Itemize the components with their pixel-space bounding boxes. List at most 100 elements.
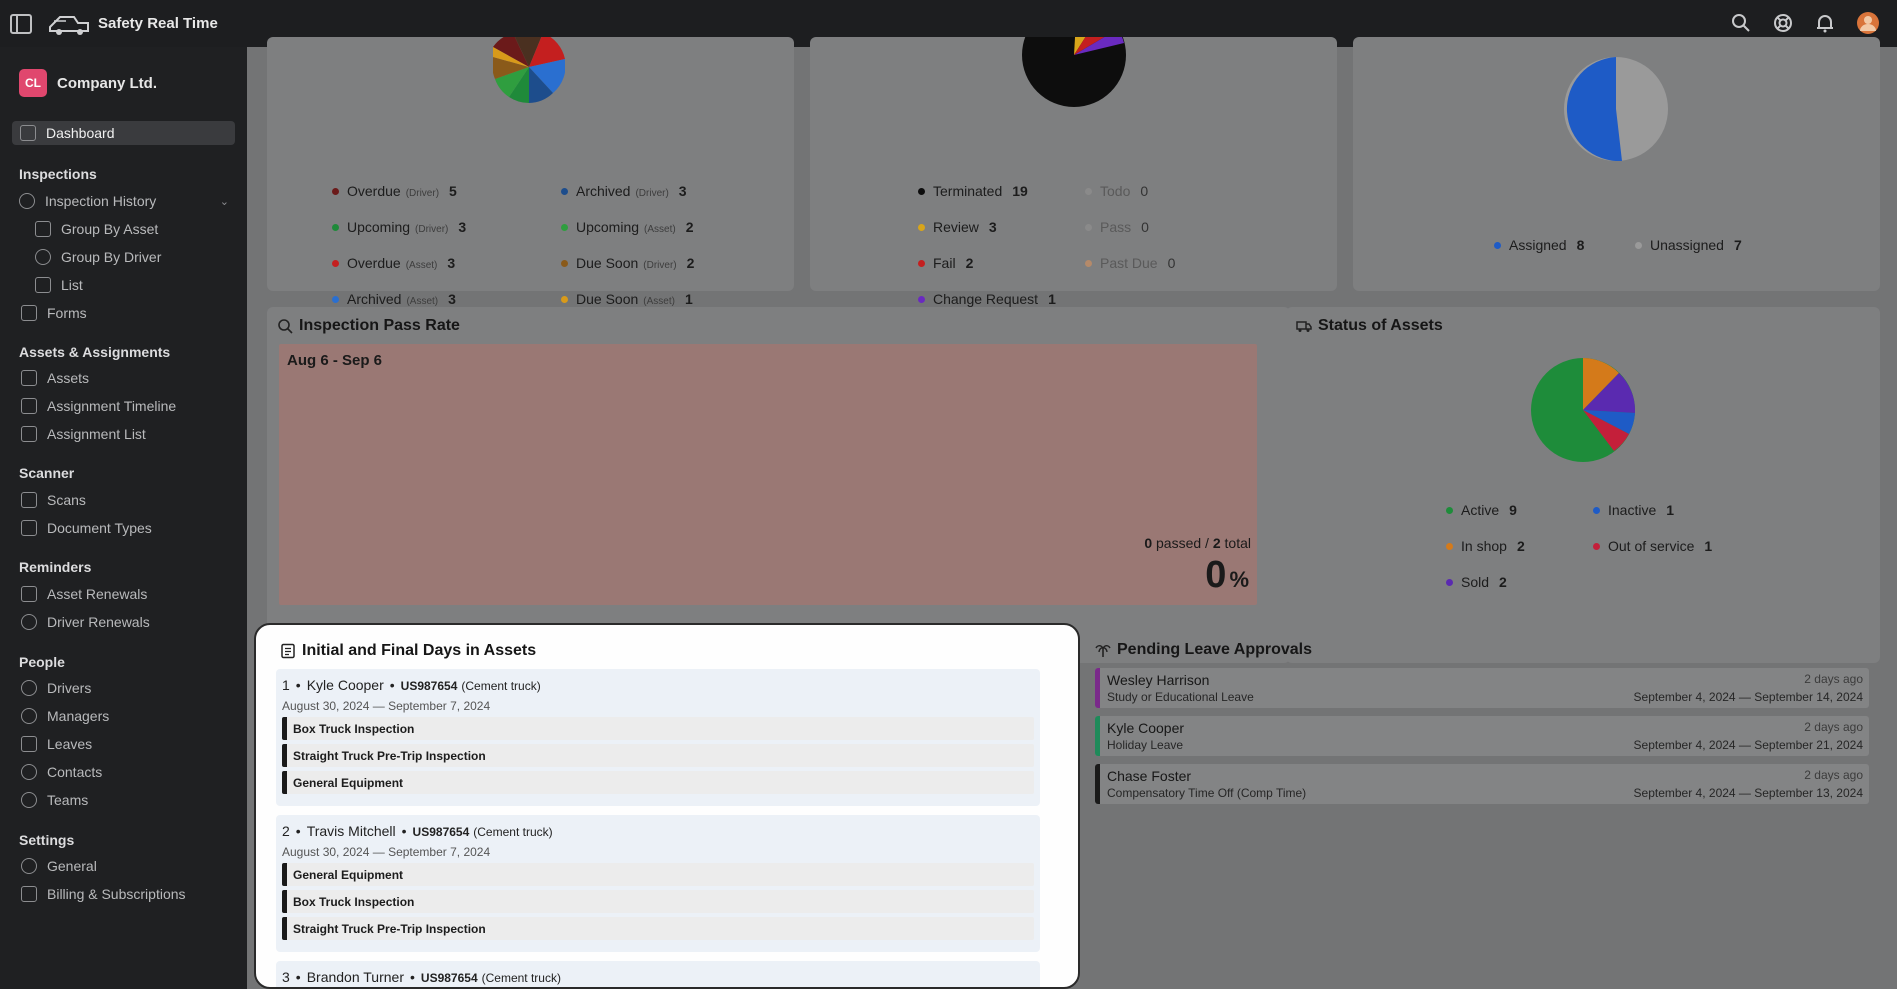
sidebar-item-driver-renewals[interactable]: Driver Renewals — [21, 610, 150, 634]
asset-entry[interactable]: 1 • Kyle Cooper • US987654 (Cement truck) Aug… — [276, 669, 1040, 806]
legend-label: Due Soon — [576, 255, 639, 271]
truck-icon — [21, 370, 37, 386]
legend-review: Review 3 — [918, 219, 997, 235]
inspections-chart-card: Overdue (Driver) 5 Archived (Driver) 3 Upcom… — [267, 37, 794, 307]
inspection-item[interactable]: Straight Truck Pre-Trip Inspection — [282, 744, 1034, 767]
document-list-icon — [281, 643, 295, 659]
legend-label: In shop — [1461, 538, 1507, 554]
company-name: Company Ltd. — [57, 74, 157, 92]
user-icon — [21, 614, 37, 630]
sidebar-item-assignment-list[interactable]: Assignment List — [21, 422, 146, 446]
card-title-text: Initial and Final Days in Assets — [302, 642, 537, 659]
legend-count: 0 — [1167, 255, 1176, 271]
leave-row[interactable]: Chase Foster Compensatory Time Off (Comp… — [1095, 764, 1869, 804]
legend-label: Archived — [576, 183, 631, 199]
inspection-item[interactable]: Box Truck Inspection — [282, 717, 1034, 740]
sidebar-item-label: List — [61, 277, 83, 293]
pie-slice — [1566, 57, 1622, 161]
asset-entry[interactable]: 3 • Brandon Turner • US987654 (Cement truck) — [276, 961, 1040, 987]
sidebar-item-label: Driver Renewals — [47, 614, 150, 630]
sidebar-item-assignment-timeline[interactable]: Assignment Timeline — [21, 394, 176, 418]
leave-employee-name: Kyle Cooper — [1107, 720, 1185, 736]
inspection-status-chart-card: Terminated 19 Todo 0 Review 3 Pass 0 Fail 2 P… — [810, 37, 1337, 307]
search-icon[interactable] — [1731, 13, 1751, 33]
legend-count: 3 — [678, 183, 687, 199]
sidebar-item-label: Document Types — [47, 520, 152, 536]
sidebar-item-leaves[interactable]: Leaves — [21, 732, 92, 756]
legend-label: Terminated — [933, 183, 1003, 199]
sidebar-item-billing[interactable]: Billing & Subscriptions — [21, 882, 186, 906]
company-switcher[interactable]: CL Company Ltd. — [0, 47, 247, 97]
legend-count: 3 — [447, 255, 456, 271]
legend-active: Active 9 — [1446, 502, 1517, 518]
asset-entry[interactable]: 2 • Travis Mitchell • US987654 (Cement truck)… — [276, 815, 1040, 952]
dashboard-grid-icon — [20, 125, 36, 141]
sidebar-item-asset-renewals[interactable]: Asset Renewals — [21, 582, 147, 606]
sidebar-item-group-by-asset[interactable]: Group By Asset — [35, 217, 158, 241]
legend-label: Upcoming — [576, 219, 640, 235]
sidebar-item-label: Leaves — [47, 736, 93, 752]
entry-date-range: August 30, 2024 — September 7, 2024 — [282, 699, 491, 713]
percent-value: 0 — [1205, 554, 1227, 596]
sidebar-item-contacts[interactable]: Contacts — [21, 760, 102, 784]
driver-name: Travis Mitchell — [306, 823, 396, 839]
legend-count: 0 — [1140, 183, 1149, 199]
inspection-item[interactable]: General Equipment — [282, 771, 1034, 794]
sidebar-item-drivers[interactable]: Drivers — [21, 676, 91, 700]
sidebar-item-teams[interactable]: Teams — [21, 788, 88, 812]
sidebar-item-inspection-history[interactable]: Inspection History ⌄ — [19, 189, 229, 213]
legend-count: 1 — [1704, 538, 1713, 554]
inspection-item[interactable]: Box Truck Inspection — [282, 890, 1034, 913]
sidebar-item-scans[interactable]: Scans — [21, 488, 86, 512]
legend-label: Inactive — [1608, 502, 1657, 518]
leave-row[interactable]: Kyle Cooper Holiday Leave 2 days ago Sep… — [1095, 716, 1869, 756]
legend-count: 0 — [1141, 219, 1149, 235]
legend-count: 1 — [684, 291, 693, 307]
sidebar-item-document-types[interactable]: Document Types — [21, 516, 152, 540]
asset-entry-header: 2 • Travis Mitchell • US987654 (Cement truck) — [282, 823, 553, 839]
leave-row[interactable]: Wesley Harrison Study or Educational Lea… — [1095, 668, 1869, 708]
legend-count: 19 — [1012, 183, 1028, 199]
sidebar-item-group-by-driver[interactable]: Group By Driver — [35, 245, 161, 269]
leave-type-color-bar — [1095, 668, 1100, 708]
legend-label: Sold — [1461, 574, 1490, 590]
sidebar-item-assets[interactable]: Assets — [21, 366, 89, 390]
legend-qualifier: (Asset) — [643, 296, 675, 307]
avatar[interactable] — [1857, 12, 1879, 34]
legend-label: Active — [1461, 502, 1500, 518]
legend-label: Out of service — [1608, 538, 1695, 554]
leave-type: Study or Educational Leave — [1107, 690, 1254, 704]
entry-index: 2 — [282, 823, 290, 839]
inspection-item[interactable]: Straight Truck Pre-Trip Inspection — [282, 917, 1034, 940]
sidebar-item-label: Assignment List — [47, 426, 146, 442]
bell-icon[interactable] — [1815, 13, 1835, 33]
sidebar-item-label: Scans — [47, 492, 86, 508]
form-icon — [21, 305, 37, 321]
sidebar-toggle-icon[interactable] — [10, 13, 32, 34]
chevron-down-icon[interactable]: ⌄ — [220, 195, 229, 208]
legend-qualifier: (Asset) — [405, 260, 438, 271]
legend-qualifier: (Asset) — [406, 296, 439, 307]
assignment-pie-chart — [1564, 57, 1668, 161]
passed-count: 0 — [1144, 535, 1153, 551]
legend-change-request: Change Request 1 — [918, 291, 1056, 307]
sidebar-item-managers[interactable]: Managers — [21, 704, 109, 728]
sidebar-item-label: Group By Driver — [61, 249, 162, 265]
legend-label: Upcoming — [347, 219, 411, 235]
sidebar-item-forms[interactable]: Forms — [21, 301, 87, 325]
leave-type-color-bar — [1095, 764, 1100, 804]
legend-inactive: Inactive 1 — [1593, 502, 1674, 518]
truck-icon — [1296, 321, 1312, 332]
section-assets: Assets & Assignments — [19, 344, 171, 360]
sidebar-item-label: Dashboard — [46, 125, 115, 141]
sidebar-item-list[interactable]: List — [35, 273, 83, 297]
help-lifebuoy-icon[interactable] — [1773, 13, 1793, 33]
legend-qualifier: (Driver) — [643, 260, 677, 271]
legend-unassigned: Unassigned 7 — [1635, 237, 1742, 253]
sidebar-item-general[interactable]: General — [21, 854, 97, 878]
card-title-text: Inspection Pass Rate — [299, 317, 460, 334]
sidebar-item-dashboard[interactable]: Dashboard — [12, 121, 235, 145]
sidebar-item-label: Inspection History — [45, 193, 157, 209]
asset-code: US987654 — [400, 679, 458, 693]
inspection-item[interactable]: General Equipment — [282, 863, 1034, 886]
